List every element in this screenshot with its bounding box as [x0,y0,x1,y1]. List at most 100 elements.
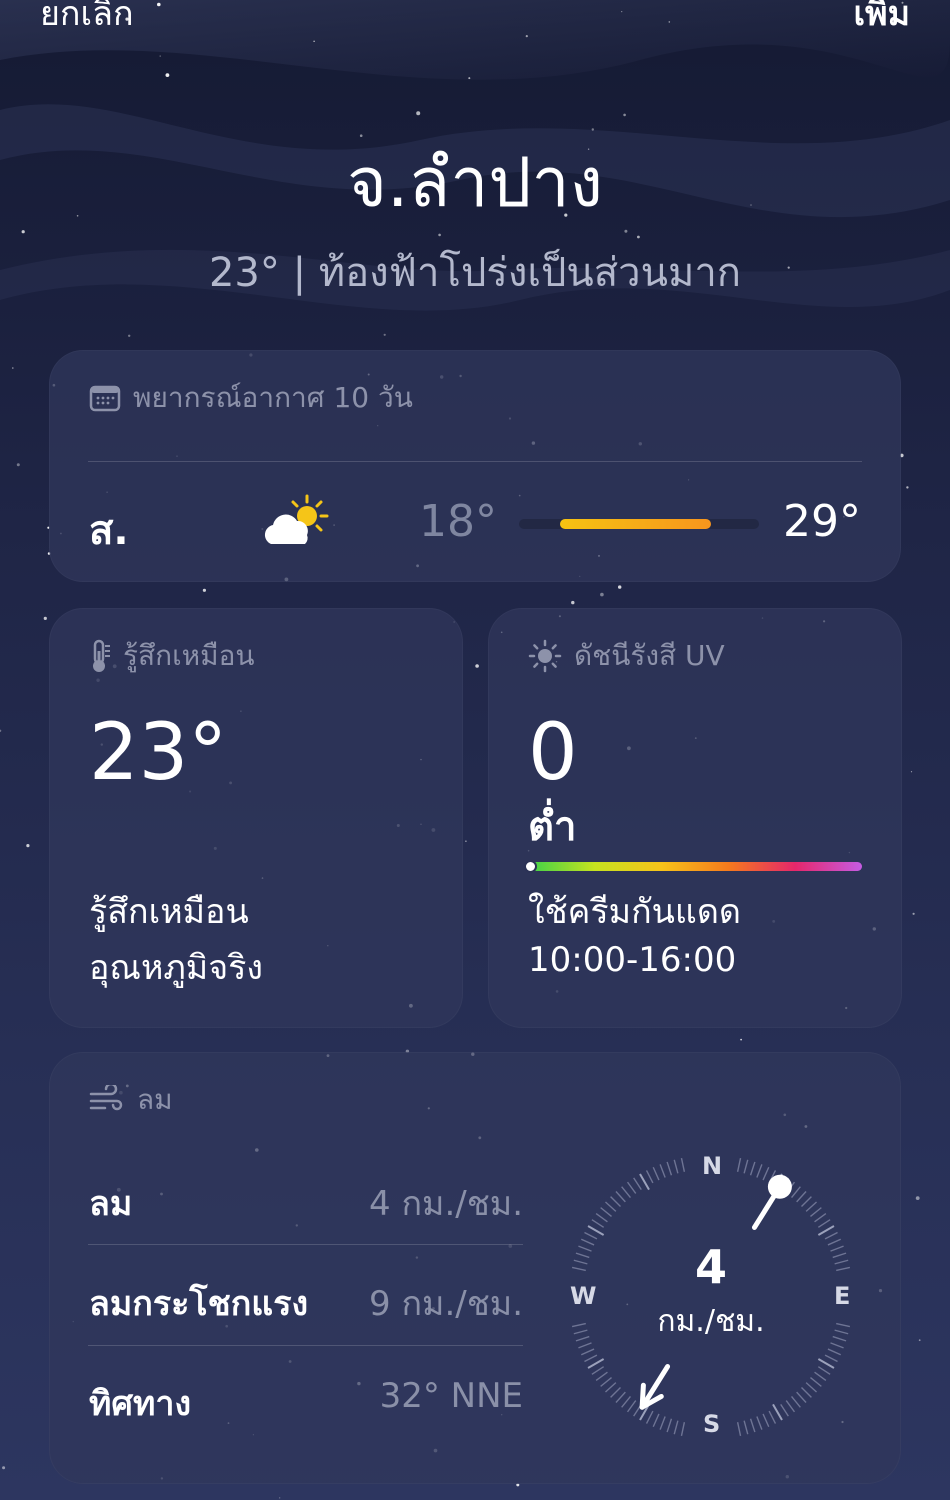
compass-tick [591,1219,605,1228]
compass-tick [780,1403,789,1417]
star [165,73,170,77]
forecast-divider [88,461,862,462]
compass-tick [639,1173,650,1191]
forecast-row[interactable]: ส. 18° 29° [49,490,901,560]
wind-row-speed: ลม 4 กม./ชม. [89,1170,523,1230]
compass-tick [621,1186,631,1198]
compass-tick [814,1371,827,1382]
location-name: จ.ลำปาง [347,144,603,223]
uv-gradient-bar [524,860,862,873]
star [912,912,915,915]
star [571,600,575,605]
uv-index-card[interactable]: ดัชนีรังสี UV 0 ต่ำ ใช้ครีมกันแดด 10:00-… [488,608,902,1028]
uv-index-header: ดัชนีรังสี UV [528,634,725,678]
compass-tick [805,1201,817,1212]
uv-level-indicator [524,860,537,873]
star [43,616,47,621]
compass-tick [785,1400,796,1413]
wind-header: ลม [89,1078,173,1122]
uv-index-title: ดัชนีรังสี UV [574,639,725,672]
thermometer-icon [93,639,110,672]
compass-tick [595,1212,608,1223]
calendar-icon [89,385,121,412]
feels-like-card[interactable]: รู้สึกเหมือน 23° รู้สึกเหมือน อุณหภูมิจร… [49,608,463,1028]
wind-compass: N S W E 4 กม./ชม. [566,1152,856,1442]
compass-tick [610,1196,621,1207]
compass-tick [584,1354,598,1363]
current-summary: 23° | ท้องฟ้าโปร่งเป็นส่วนมาก [208,250,742,296]
star [600,592,604,597]
compass-tick [768,1410,777,1424]
add-button[interactable]: เพิ่ม [854,0,910,40]
star [313,40,315,42]
temperature-range-fill [559,519,711,529]
compass-tick [633,1177,642,1191]
partly-cloudy-sun-icon [264,494,329,544]
compass-tick [587,1225,605,1236]
star [202,588,206,592]
wind-speed-label: ลม [89,1184,133,1224]
cancel-button[interactable]: ยกเลิก [40,0,134,40]
compass-tick [762,1166,770,1181]
star [623,113,626,117]
forecast-card[interactable]: พยากรณ์อากาศ 10 วัน ส. 18° 29° [49,350,901,582]
compass-tick [756,1164,763,1178]
star [0,729,2,732]
compass-tick [595,1371,608,1382]
star [475,664,479,668]
star [416,111,421,116]
compass-tick [743,1420,749,1435]
compass-tick [673,1420,679,1435]
compass-tick [659,1416,666,1430]
wind-divider-1 [88,1244,523,1245]
compass-tick [652,1166,660,1181]
compass-speed-unit: กม./ชม. [657,1304,765,1339]
compass-tick [666,1161,673,1176]
temperature-range-bar [519,519,759,529]
feels-like-header: รู้สึกเหมือน [89,634,255,678]
compass-tick [801,1387,812,1398]
compass-tick [796,1191,807,1203]
star [16,463,20,467]
wind-divider-2 [88,1345,523,1346]
feels-like-value: 23° [89,708,228,798]
compass-tick [791,1186,801,1198]
compass-tick [817,1366,831,1375]
star [468,77,471,80]
star [128,334,131,337]
uv-index-level: ต่ำ [528,804,577,850]
compass-tick [605,1382,617,1393]
star [918,1339,921,1342]
compass-tick [749,1418,756,1433]
compass-tick [610,1387,621,1398]
compass-tick [645,1410,654,1424]
compass-tick [615,1191,626,1203]
compass-tick [796,1391,807,1403]
star [159,55,161,57]
compass-tick [666,1418,673,1433]
compass-tick [580,1348,595,1356]
compass-tick [805,1382,817,1393]
compass-tick [756,1416,763,1430]
wind-card[interactable]: ลม ลม 4 กม./ชม. ลมกระโชกแรง 9 กม./ชม. ทิ… [49,1052,901,1484]
wind-direction-label: ทิศทาง [89,1384,192,1424]
compass-tick [600,1377,612,1387]
compass-tick [810,1377,822,1387]
star [12,367,14,369]
compass-needle-head [767,1174,792,1199]
wind-row-direction: ทิศทาง 32° NNE [89,1370,523,1430]
wind-speed-value: 4 กม./ชม. [369,1184,523,1224]
forecast-high: 29° [783,496,861,547]
wind-direction-value: 32° NNE [379,1376,523,1416]
compass-tick [801,1196,812,1207]
compass-tick [584,1231,598,1240]
star [618,585,622,589]
star [465,840,467,842]
compass-tick [736,1157,742,1172]
compass-tick [817,1219,831,1228]
feels-like-description-line1: รู้สึกเหมือน [89,892,249,932]
forecast-card-title: พยากรณ์อากาศ 10 วัน [133,381,413,414]
compass-tick [645,1170,654,1184]
compass-tick [673,1159,679,1174]
compass-speed-value: 4 [694,1240,727,1294]
